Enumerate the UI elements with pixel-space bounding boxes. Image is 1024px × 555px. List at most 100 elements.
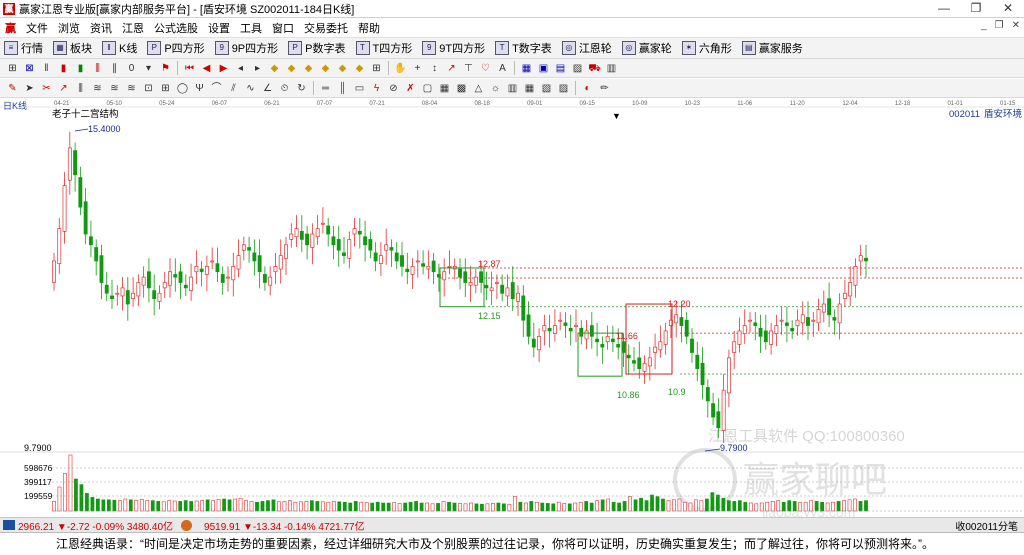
diamond-icon-3[interactable]: ◆ — [302, 62, 315, 75]
gann-box-icon[interactable]: ⊡ — [142, 82, 155, 95]
mdi-minimize-icon[interactable]: _ — [981, 20, 987, 31]
menu-gann[interactable]: 江恩 — [117, 20, 149, 36]
gann-box-1[interactable] — [439, 267, 485, 308]
mdi-close-icon[interactable]: ✕ — [1012, 20, 1020, 31]
toolbar-t-digit[interactable]: T T数字表 — [491, 40, 558, 56]
grid8-icon[interactable]: ▨ — [557, 82, 570, 95]
menu-tools[interactable]: 工具 — [235, 20, 267, 36]
kline-down-icon[interactable]: ▮ — [74, 62, 87, 75]
toolbar-service[interactable]: ▤ 赢家服务 — [738, 40, 809, 56]
grid6-icon[interactable]: ▦ — [523, 82, 536, 95]
dropdown-arrow-icon[interactable]: ▾ — [142, 62, 155, 75]
toolbar-p-digit[interactable]: P P数字表 — [284, 40, 351, 56]
menu-app-icon[interactable]: 赢 — [0, 20, 21, 36]
pen-icon[interactable]: ✎ — [6, 82, 19, 95]
toolbar-t-square[interactable]: T T四方形 — [352, 40, 419, 56]
chart-tool-icon[interactable]: ▥ — [605, 62, 618, 75]
zero-icon[interactable]: 0 — [125, 62, 138, 75]
close-icon[interactable]: ✕ — [992, 0, 1024, 17]
text-icon[interactable]: A — [496, 62, 509, 75]
menu-formula-select[interactable]: 公式选股 — [149, 20, 203, 36]
toolbar-p-square[interactable]: P P四方形 — [143, 40, 210, 56]
prev-icon[interactable]: ◀ — [200, 62, 213, 75]
mark-icon[interactable]: ✗ — [404, 82, 417, 95]
save-icon[interactable]: ▣ — [537, 62, 550, 75]
diamond-icon-4[interactable]: ◆ — [319, 62, 332, 75]
kline-up-icon[interactable]: ▮ — [57, 62, 70, 75]
fan3-icon[interactable]: ≋ — [125, 82, 138, 95]
grid4-icon[interactable]: ▩ — [455, 82, 468, 95]
cut-icon[interactable]: ✂ — [40, 82, 53, 95]
toolbar-kline[interactable]: ‖ K线 — [98, 40, 143, 56]
diamond-icon-6[interactable]: ◆ — [353, 62, 366, 75]
grid7-icon[interactable]: ▧ — [540, 82, 553, 95]
angle-icon[interactable]: ∠ — [261, 82, 274, 95]
grid-icon[interactable]: ⊞ — [6, 62, 19, 75]
car-icon[interactable]: ⛟ — [588, 62, 601, 75]
toolbar-9t-square[interactable]: 9 9T四方形 — [418, 40, 491, 56]
color-wheel-icon[interactable]: ◐ — [581, 82, 594, 95]
tri-icon[interactable]: △ — [472, 82, 485, 95]
left-arrow-icon[interactable]: ◂ — [234, 62, 247, 75]
status-menu-icon[interactable] — [3, 520, 15, 530]
menu-browse[interactable]: 浏览 — [53, 20, 85, 36]
time-icon[interactable]: ⏲ — [278, 82, 291, 95]
bars-r-icon[interactable]: ⫼ — [74, 82, 87, 95]
pointer-icon[interactable]: ➤ — [23, 82, 36, 95]
bars-icon[interactable]: ‖ — [40, 62, 53, 75]
fan-icon[interactable]: ≋ — [91, 82, 104, 95]
print-icon[interactable]: ▤ — [554, 62, 567, 75]
toolbar-winner-wheel[interactable]: ◎ 赢家轮 — [618, 40, 678, 56]
diamond-icon-1[interactable]: ◆ — [268, 62, 281, 75]
trend-arrow-icon[interactable]: ↗ — [57, 82, 70, 95]
mdi-restore-icon[interactable]: ❐ — [995, 20, 1004, 31]
menu-settings[interactable]: 设置 — [203, 20, 235, 36]
gann-grid-icon[interactable]: ⊞ — [159, 82, 172, 95]
cross-icon[interactable]: + — [411, 62, 424, 75]
kline-mix-icon[interactable]: ⫼ — [91, 62, 104, 75]
vline-icon[interactable]: ║ — [336, 82, 349, 95]
sun-icon[interactable]: ☼ — [489, 82, 502, 95]
lightning-icon[interactable]: ϟ — [370, 82, 383, 95]
flag-icon[interactable]: ⚑ — [159, 62, 172, 75]
ruler-icon[interactable]: ↕ — [428, 62, 441, 75]
arc-icon[interactable]: ⌒ — [210, 82, 223, 95]
hline-icon[interactable]: ═ — [319, 82, 332, 95]
next-icon[interactable]: ▶ — [217, 62, 230, 75]
menu-help[interactable]: 帮助 — [353, 20, 385, 36]
tool-a-icon[interactable]: ▨ — [571, 62, 584, 75]
grid-board-icon[interactable]: ▦ — [520, 62, 533, 75]
toolbar-list[interactable]: ≡ 行情 — [0, 40, 49, 56]
toolbar-blocks[interactable]: ▦ 板块 — [49, 40, 98, 56]
diamond-icon-5[interactable]: ◆ — [336, 62, 349, 75]
menu-window[interactable]: 窗口 — [267, 20, 299, 36]
heart-icon[interactable]: ♡ — [479, 62, 492, 75]
tick-detail-status[interactable]: 收002011分笔 — [955, 518, 1018, 533]
pencil-icon[interactable]: ✏ — [598, 82, 611, 95]
toolbar-hexagon[interactable]: ✶ 六角形 — [678, 40, 738, 56]
right-arrow-icon[interactable]: ▸ — [251, 62, 264, 75]
box-tool-icon[interactable]: ▭ — [353, 82, 366, 95]
toolbar-9p-square[interactable]: 9 9P四方形 — [211, 40, 284, 56]
menu-news[interactable]: 资讯 — [85, 20, 117, 36]
menu-file[interactable]: 文件 — [21, 20, 53, 36]
wave-icon[interactable]: ∿ — [244, 82, 257, 95]
grid5-icon[interactable]: ▥ — [506, 82, 519, 95]
menu-trade[interactable]: 交易委托 — [299, 20, 353, 36]
channel-icon[interactable]: ⫽ — [227, 82, 240, 95]
ratio-icon[interactable]: ⊘ — [387, 82, 400, 95]
fan2-icon[interactable]: ≋ — [108, 82, 121, 95]
hand-icon[interactable]: ✋ — [394, 62, 407, 75]
fib-icon[interactable]: Ψ — [193, 82, 206, 95]
cycle-icon[interactable]: ↻ — [295, 82, 308, 95]
candle-icon[interactable]: ∥ — [108, 62, 121, 75]
toolbar-gann-wheel[interactable]: ◎ 江恩轮 — [558, 40, 618, 56]
diamond-icon-2[interactable]: ◆ — [285, 62, 298, 75]
minimize-icon[interactable]: — — [928, 0, 960, 17]
trend-icon[interactable]: ↗ — [445, 62, 458, 75]
shirt-icon[interactable]: ⊤ — [462, 62, 475, 75]
pattern-icon[interactable]: ⊠ — [23, 62, 36, 75]
indicator-arrow-icon[interactable]: ▼ — [612, 111, 621, 121]
circle-tool-icon[interactable]: ◯ — [176, 82, 189, 95]
grid3-icon[interactable]: ▦ — [438, 82, 451, 95]
